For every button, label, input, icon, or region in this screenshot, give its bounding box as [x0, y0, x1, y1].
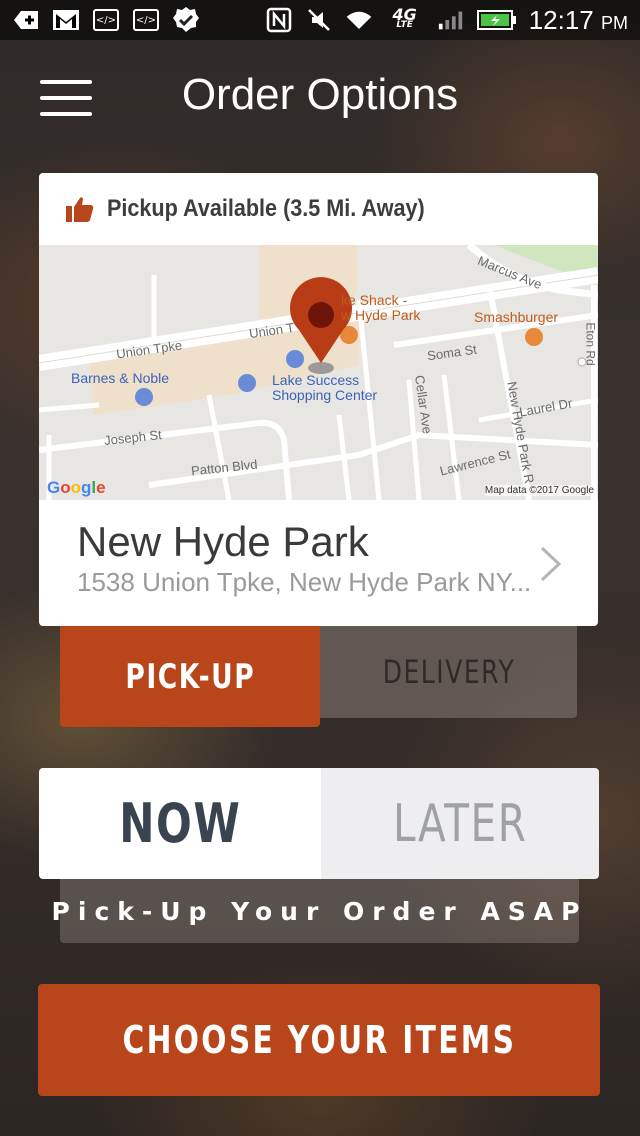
choose-items-button[interactable]: CHOOSE YOUR ITEMS	[38, 984, 600, 1096]
status-bar: </> </> 4G LTE 12:17 PM	[0, 0, 640, 40]
check-badge-icon	[172, 7, 200, 32]
map-poi-label: Shopping Center	[272, 387, 378, 403]
lte-icon: 4G LTE	[385, 5, 425, 32]
clock: 12:17 PM	[529, 5, 628, 36]
notification-icons: </> </>	[0, 7, 200, 32]
code-icon: </>	[92, 8, 120, 32]
pickup-status-text: Pickup Available (3.5 Mi. Away)	[107, 195, 425, 222]
later-label: LATER	[392, 793, 528, 854]
thumbs-up-icon	[66, 197, 94, 222]
timing-note: Pick-Up Your Order ASAP	[52, 879, 579, 943]
chevron-right-icon	[540, 546, 562, 582]
wifi-icon	[345, 8, 373, 32]
clock-ampm: PM	[601, 12, 628, 33]
delivery-button[interactable]: DELIVERY	[320, 626, 577, 718]
network-subtype: LTE	[396, 20, 413, 30]
pickup-button[interactable]: PICK-UP	[60, 626, 320, 727]
map-poi-label: ke Shack -	[341, 292, 408, 308]
pickup-status-row: Pickup Available (3.5 Mi. Away)	[39, 173, 598, 245]
clock-time: 12:17	[528, 4, 594, 35]
system-icons: 4G LTE 12:17 PM	[265, 5, 640, 36]
store-address: 1538 Union Tpke, New Hyde Park NY...	[77, 567, 532, 597]
store-name: New Hyde Park	[77, 518, 369, 565]
map-poi-label: w Hyde Park	[341, 307, 421, 323]
map-attribution: Map data ©2017 Google	[484, 485, 594, 496]
now-button[interactable]: NOW	[39, 768, 321, 879]
battery-icon	[476, 8, 517, 32]
signal-icon	[437, 8, 465, 32]
now-label: NOW	[118, 792, 242, 855]
google-logo: Google	[47, 478, 106, 497]
store-selector[interactable]: New Hyde Park 1538 Union Tpke, New Hyde …	[39, 500, 598, 626]
map-poi-label: Barnes & Noble	[71, 370, 170, 386]
network-type: 4G	[392, 5, 417, 24]
page-title: Order Options	[181, 70, 459, 119]
delivery-label: DELIVERY	[382, 653, 515, 691]
map-poi-label: Lake Success	[272, 372, 360, 388]
nfc-icon	[265, 7, 293, 33]
timing-toggle: NOW LATER	[39, 768, 599, 879]
map-view[interactable]: Marcus Ave Union Tpke Union T ke Shack -…	[39, 245, 598, 500]
choose-items-label: CHOOSE YOUR ITEMS	[122, 1018, 516, 1062]
map-poi-label: Smashburger	[474, 309, 559, 325]
timing-note-text: Pick-Up Your Order ASAP	[51, 896, 588, 926]
header: Order Options	[0, 40, 640, 150]
pickup-label: PICK-UP	[125, 656, 255, 697]
code-icon: </>	[132, 8, 160, 32]
mute-icon	[305, 8, 333, 32]
later-button[interactable]: LATER	[321, 768, 599, 879]
gmail-icon	[52, 8, 80, 32]
location-card: Pickup Available (3.5 Mi. Away) Marcus A…	[39, 173, 598, 626]
map-label: Eton Rd	[583, 322, 598, 366]
add-icon	[12, 8, 40, 32]
